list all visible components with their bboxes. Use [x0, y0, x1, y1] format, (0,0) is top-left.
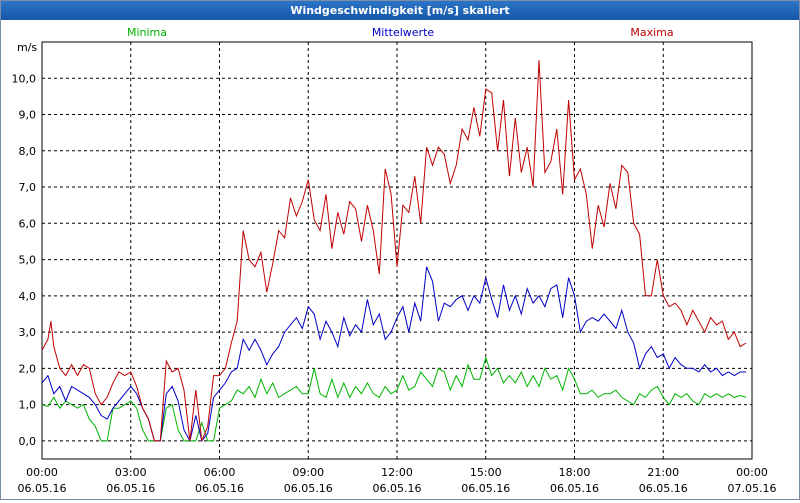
x-tick-date-label: 06.05.16: [550, 482, 599, 495]
y-tick-label: 6,0: [19, 217, 37, 230]
x-tick-time-label: 00:00: [26, 466, 58, 479]
x-tick-date-label: 06.05.16: [18, 482, 67, 495]
chart-window: Windgeschwindigkeit [m/s] skaliert 0,0 1,…: [0, 0, 800, 500]
x-tick-date-label: 06.05.16: [284, 482, 333, 495]
x-tick-date-label: 06.05.16: [373, 482, 422, 495]
x-axis-ticks: 00:00 06.05.16 03:00 06.05.16 06:00 06.05.16 0…: [18, 466, 777, 495]
y-tick-label: 9,0: [19, 109, 37, 122]
legend-entry-minima: Minima: [127, 26, 167, 39]
window-title: Windgeschwindigkeit [m/s] skaliert: [1, 1, 799, 20]
y-axis-label: m/s: [17, 41, 37, 54]
legend-entry-maxima: Maxima: [630, 26, 673, 39]
x-tick-date-label: 06.05.16: [639, 482, 688, 495]
x-tick-date-label: 06.05.16: [461, 482, 510, 495]
y-axis-ticks: 0,0 1,0 2,0 3,0 4,0 5,0 6,0 7,0 8,0 9,0 10,0: [12, 72, 37, 448]
y-tick-label: 4,0: [19, 290, 37, 303]
y-tick-label: 10,0: [12, 72, 37, 85]
x-tick-date-label: 06.05.16: [106, 482, 155, 495]
y-tick-label: 7,0: [19, 181, 37, 194]
x-tick-time-label: 12:00: [381, 466, 413, 479]
x-tick-time-label: 00:00: [736, 466, 768, 479]
x-tick-time-label: 15:00: [470, 466, 502, 479]
y-tick-label: 3,0: [19, 326, 37, 339]
legend: Minima Mittelwerte Maxima: [127, 26, 674, 39]
x-tick-time-label: 21:00: [647, 466, 679, 479]
x-tick-time-label: 03:00: [115, 466, 147, 479]
x-tick-time-label: 09:00: [292, 466, 324, 479]
y-tick-label: 0,0: [19, 435, 37, 448]
y-tick-label: 1,0: [19, 399, 37, 412]
y-tick-label: 8,0: [19, 145, 37, 158]
wind-speed-chart: 0,0 1,0 2,0 3,0 4,0 5,0 6,0 7,0 8,0 9,0 10,0 00:00…: [12, 26, 777, 495]
x-tick-date-label: 07.05.16: [728, 482, 777, 495]
chart-area: 0,0 1,0 2,0 3,0 4,0 5,0 6,0 7,0 8,0 9,0 10,0 00:00…: [1, 20, 799, 499]
x-tick-date-label: 06.05.16: [195, 482, 244, 495]
y-tick-label: 2,0: [19, 362, 37, 375]
y-tick-label: 5,0: [19, 254, 37, 267]
legend-entry-mittelwerte: Mittelwerte: [372, 26, 435, 39]
x-tick-time-label: 18:00: [559, 466, 591, 479]
x-tick-time-label: 06:00: [204, 466, 236, 479]
